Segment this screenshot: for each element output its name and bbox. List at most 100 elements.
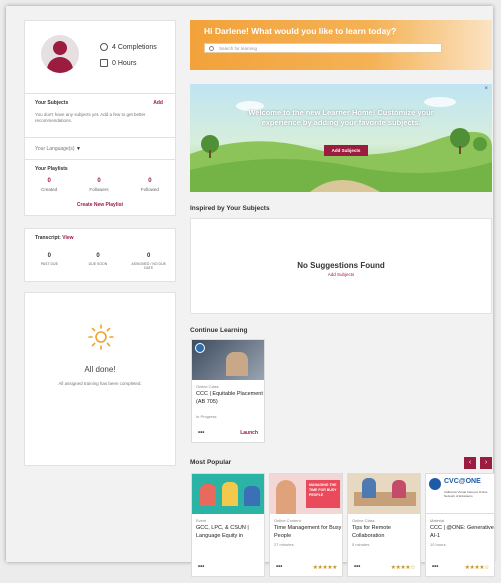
create-playlist-link[interactable]: Create New Playlist — [25, 202, 175, 208]
search-input[interactable]: Search for learning — [204, 43, 442, 53]
check-circle-icon — [100, 43, 108, 51]
completions-text: 4 Completions — [112, 43, 157, 51]
more-options-icon[interactable]: ••• — [432, 564, 438, 570]
transcript-title: Transcript: View — [35, 235, 74, 241]
caret-down-icon: ▼ — [75, 146, 81, 152]
course-type: Event — [196, 518, 207, 523]
course-thumbnail: CVC@ONE California Virtual Campus Online… — [426, 474, 494, 514]
transcript-label: Transcript: — [35, 235, 61, 241]
more-options-icon[interactable]: ••• — [198, 430, 204, 436]
course-title: CCC | @ONE: Generative AI-1 — [430, 525, 494, 539]
add-subject-link[interactable]: Add — [153, 100, 163, 106]
popular-card-0[interactable]: Event GCC, LPC, & CSUN | Language Equity… — [191, 473, 265, 577]
transcript-stats: 0 PAST DUE 0 DUE SOON 0 ASSIGNED / NO DUE D… — [25, 253, 175, 270]
next-arrow-button[interactable]: › — [480, 457, 492, 469]
add-subjects-link[interactable]: Add Subjects — [191, 272, 491, 277]
welcome-banner: × Welcome to the new Learner Home! Custo… — [190, 84, 492, 192]
languages-selector[interactable]: Your Language(s) ▼ — [24, 138, 176, 160]
more-options-icon[interactable]: ••• — [276, 564, 282, 570]
transcript-view-link[interactable]: View — [62, 235, 73, 241]
playlist-stats: 0 Created 0 Followers 0 Followed — [25, 178, 175, 192]
stat-num: 0 — [148, 178, 152, 184]
people-illustration — [244, 486, 260, 506]
thumb-brand: CVC@ONE — [444, 478, 481, 485]
popular-row: Event GCC, LPC, & CSUN | Language Equity… — [190, 473, 495, 583]
more-options-icon[interactable]: ••• — [198, 564, 204, 570]
stat-num: 0 — [97, 178, 101, 184]
stat-num: 0 — [47, 253, 51, 259]
popular-card-3[interactable]: CVC@ONE California Virtual Campus Online… — [425, 473, 495, 577]
sun-icon — [88, 324, 114, 350]
suggestions-panel: No Suggestions Found Add Subjects — [190, 218, 492, 314]
course-duration: 10 hours — [430, 542, 446, 547]
stat-label: Created — [41, 187, 58, 192]
all-done-title: All done! — [84, 365, 116, 374]
continue-title: Continue Learning — [190, 327, 248, 334]
transcript-card: Transcript: View 0 PAST DUE 0 DUE SOON 0 AS… — [24, 228, 176, 282]
popular-card-2[interactable]: Online Class Tips for Remote Collaborati… — [347, 473, 421, 577]
greeting-bar: Hi Darlene! What would you like to learn… — [190, 20, 492, 70]
subjects-title: Your Subjects — [35, 100, 69, 106]
stat-num: 0 — [96, 253, 100, 259]
search-placeholder: Search for learning — [219, 46, 258, 51]
course-status: In Progress — [196, 414, 217, 419]
subjects-card: Your Subjects Add You don't have any sub… — [24, 94, 176, 138]
no-suggestions-title: No Suggestions Found — [297, 261, 385, 270]
add-subjects-button[interactable]: Add Subjects — [324, 145, 368, 156]
transcript-stat-assigned[interactable]: 0 ASSIGNED / NO DUE DATE — [127, 253, 171, 270]
left-column: 4 Completions 0 Hours Your Subjects Add … — [24, 20, 176, 466]
playlists-card: Your Playlists 0 Created 0 Followers 0 Foll… — [24, 160, 176, 216]
thumb-subtitle: California Virtual Campus Online Network… — [444, 490, 488, 498]
launch-button[interactable]: Launch — [240, 430, 258, 436]
playlist-stat-created[interactable]: 0 Created — [41, 178, 57, 192]
playlist-stat-followed[interactable]: 0 Followed — [141, 178, 159, 192]
greeting-title: Hi Darlene! What would you like to learn… — [204, 26, 397, 36]
languages-label: Your Language(s) — [35, 146, 75, 152]
popular-card-1[interactable]: MANAGING THE TIME FOR BUSY PEOPLE Online… — [269, 473, 343, 577]
course-type: Online Content — [274, 518, 301, 523]
people-illustration — [392, 480, 406, 498]
hours-stat: 0 Hours — [100, 59, 137, 67]
popular-header: Most Popular ‹ › — [190, 457, 492, 471]
welcome-message: Welcome to the new Learner Home! Customi… — [248, 108, 434, 127]
people-illustration — [200, 484, 216, 506]
course-title: CCC | Equitable Placement (AB 705) — [196, 391, 263, 405]
inspired-title: Inspired by Your Subjects — [190, 205, 270, 212]
people-illustration — [222, 482, 238, 506]
popular-title: Most Popular — [190, 459, 232, 466]
prev-arrow-button[interactable]: ‹ — [464, 457, 476, 469]
transcript-stat-due-soon[interactable]: 0 DUE SOON — [78, 253, 118, 270]
stat-label: PAST DUE — [40, 262, 58, 266]
org-logo-icon — [429, 478, 441, 490]
course-type: Online Class — [196, 384, 219, 389]
photo-figure — [226, 352, 248, 376]
course-thumbnail — [348, 474, 420, 514]
course-card[interactable]: Online Class CCC | Equitable Placement (… — [191, 339, 265, 443]
course-thumbnail — [192, 340, 264, 380]
stat-label: Followed — [140, 187, 159, 192]
course-thumbnail: MANAGING THE TIME FOR BUSY PEOPLE — [270, 474, 342, 514]
search-icon — [209, 46, 214, 51]
completions-stat: 4 Completions — [100, 43, 157, 51]
profile-card: 4 Completions 0 Hours — [24, 20, 176, 94]
stat-num: 0 — [47, 178, 51, 184]
more-options-icon[interactable]: ••• — [354, 564, 360, 570]
course-thumbnail — [192, 474, 264, 514]
course-type: Online Class — [352, 518, 375, 523]
all-done-subtitle: All assigned training has been completed… — [58, 381, 142, 386]
course-title: GCC, LPC, & CSUN | Language Equity in — [196, 525, 249, 539]
transcript-stat-past-due[interactable]: 0 PAST DUE — [29, 253, 69, 270]
course-duration: 5 minutes — [352, 542, 370, 547]
all-done-card: All done! All assigned training has been… — [24, 292, 176, 466]
avatar[interactable] — [41, 35, 79, 73]
stat-label: DUE SOON — [88, 262, 108, 266]
person-photo — [276, 480, 296, 514]
continue-row: Online Class CCC | Equitable Placement (… — [190, 339, 492, 445]
course-type: Material — [430, 518, 445, 523]
hours-text: 0 Hours — [112, 59, 137, 67]
subjects-empty-text: You don't have any subjects yet. Add a f… — [35, 112, 146, 123]
people-illustration — [362, 478, 376, 498]
org-logo-icon — [195, 343, 205, 353]
close-banner-icon[interactable]: × — [484, 86, 488, 92]
playlist-stat-followers[interactable]: 0 Followers — [89, 178, 108, 192]
